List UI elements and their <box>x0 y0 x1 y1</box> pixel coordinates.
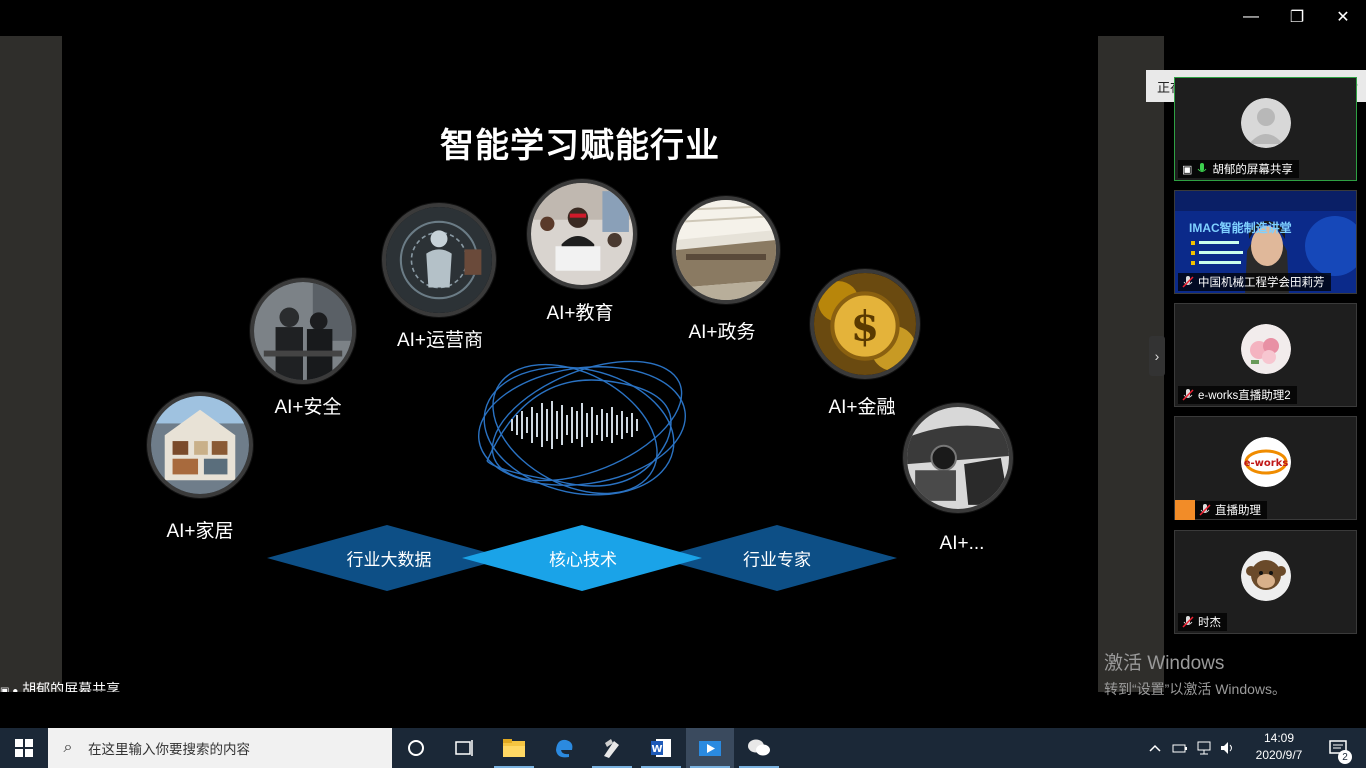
battery-tray-button[interactable] <box>1170 728 1190 768</box>
taskbar-search-box[interactable]: ⌕ 在这里输入你要搜索的内容 <box>48 728 392 768</box>
pen-app-button[interactable] <box>588 728 636 768</box>
task-view-icon <box>455 740 473 756</box>
start-button[interactable] <box>0 728 48 768</box>
battery-icon <box>1172 744 1187 753</box>
panel-toggle-chevron-icon[interactable]: › <box>1149 336 1165 376</box>
svg-text:e-works: e-works <box>1244 458 1289 469</box>
shared-slide: 智能学习赋能行业 $ AI+家居 AI+安全 AI+运营商 AI+教育 AI+政… <box>62 36 1098 692</box>
label-operator: AI+运营商 <box>396 330 484 351</box>
restore-button[interactable]: ❐ <box>1274 0 1320 34</box>
cortana-icon <box>408 740 424 756</box>
participant-name: 中国机械工程学会田莉芳 <box>1198 277 1325 289</box>
minimize-button[interactable]: — <box>1228 0 1274 34</box>
participant-tile[interactable]: e-works直播助理2 <box>1174 303 1357 407</box>
screen-share-label-text: 胡郁的屏幕共享 <box>22 681 121 692</box>
mic-muted-icon <box>1182 276 1194 288</box>
pillar-core-technology: 核心技术 <box>549 550 617 570</box>
car-image <box>903 403 1013 513</box>
svg-text:W: W <box>651 744 662 755</box>
watermark-line1: 激活 Windows <box>1104 653 1225 674</box>
taskbar-clock[interactable]: 14:09 2020/9/7 <box>1240 730 1318 764</box>
window-title-bar: — ❐ ✕ <box>0 0 1366 36</box>
clock-time: 14:09 <box>1263 731 1295 745</box>
show-hidden-icons-button[interactable] <box>1146 728 1164 768</box>
participant-name-bar: ▣ 胡郁的屏幕共享 <box>1178 160 1299 178</box>
mic-muted-icon <box>1182 389 1194 401</box>
label-government: AI+政务 <box>688 322 756 343</box>
slide-title: 智能学习赋能行业 <box>440 127 720 165</box>
action-center-button[interactable]: 2 <box>1322 728 1354 768</box>
flower-avatar <box>1241 324 1291 374</box>
eworks-logo-avatar: e-works <box>1241 437 1291 487</box>
label-education: AI+教育 <box>546 303 614 324</box>
user-badge-icon <box>1175 500 1195 520</box>
pen-tool-icon <box>604 739 619 758</box>
wechat-button[interactable] <box>735 728 783 768</box>
mic-muted-icon <box>1199 504 1211 516</box>
pillar-industry-experts: 行业专家 <box>743 550 811 570</box>
search-placeholder: 在这里输入你要搜索的内容 <box>88 742 250 757</box>
participant-name-bar: e-works直播助理2 <box>1178 386 1297 404</box>
video-meeting-icon <box>699 741 721 756</box>
edge-browser-button[interactable] <box>540 728 588 768</box>
left-margin <box>0 36 62 692</box>
screen: — ❐ ✕ 智能学习赋能行业 $ AI+家居 AI+安全 AI+运营商 AI+教… <box>0 0 1366 768</box>
participant-name: 时杰 <box>1198 617 1221 629</box>
participant-tile[interactable]: e-works 直播助理 <box>1174 416 1357 520</box>
label-more: AI+... <box>939 533 985 554</box>
taskbar: ⌕ 在这里输入你要搜索的内容 W 14:09 2020/9/7 2 <box>0 728 1366 768</box>
participant-name: 直播助理 <box>1215 505 1261 517</box>
close-button[interactable]: ✕ <box>1320 0 1366 34</box>
svg-text:$: $ <box>851 302 879 350</box>
participant-tile[interactable]: IMAC智能制造讲堂 中国机械工程学会田莉芳 <box>1174 190 1357 294</box>
finance-image: $ <box>810 269 920 379</box>
screen-share-label: ▣ ● 胡郁的屏幕共享 <box>0 680 160 692</box>
windows-logo-icon <box>15 739 33 757</box>
default-avatar <box>1241 98 1291 148</box>
file-explorer-button[interactable] <box>490 728 538 768</box>
participant-tile[interactable]: 时杰 <box>1174 530 1357 634</box>
participant-name-bar: 中国机械工程学会田莉芳 <box>1178 273 1331 291</box>
monkey-avatar <box>1241 551 1291 601</box>
screen-share-icon: ▣ <box>1182 163 1193 176</box>
pillar-industry-big-data: 行业大数据 <box>346 550 432 570</box>
meeting-app-button[interactable] <box>686 728 734 768</box>
wechat-icon <box>748 739 770 756</box>
participant-name: e-works直播助理2 <box>1198 390 1291 402</box>
ai-brain-waveform <box>477 360 687 496</box>
chevron-up-icon <box>1149 744 1161 752</box>
volume-icon <box>1221 742 1232 754</box>
watermark-line2: 转到“设置”以激活 Windows。 <box>1104 681 1287 697</box>
operator-image <box>382 203 496 317</box>
video-title: IMAC智能制造讲堂 <box>1189 221 1292 235</box>
smart-home-image <box>147 392 253 498</box>
activate-windows-watermark: 激活 Windows 转到“设置”以激活 Windows。 <box>1104 648 1286 699</box>
edge-icon <box>556 739 573 758</box>
participant-name-bar: 时杰 <box>1178 613 1227 631</box>
notification-count-badge: 2 <box>1338 750 1352 764</box>
clock-date: 2020/9/7 <box>1255 748 1303 762</box>
label-smart-home: AI+家居 <box>166 521 234 542</box>
security-image <box>250 278 356 384</box>
cortana-button[interactable] <box>392 728 440 768</box>
volume-tray-button[interactable] <box>1218 728 1238 768</box>
folder-icon <box>503 739 525 757</box>
participant-name: 胡郁的屏幕共享 <box>1212 164 1293 176</box>
network-tray-button[interactable] <box>1194 728 1214 768</box>
government-image <box>672 196 780 304</box>
search-icon: ⌕ <box>63 739 73 756</box>
mic-muted-icon <box>1182 616 1194 628</box>
task-view-button[interactable] <box>440 728 488 768</box>
word-icon: W <box>651 739 671 757</box>
label-security: AI+安全 <box>274 397 342 418</box>
mic-active-icon <box>1198 163 1207 172</box>
participant-name-bar: 直播助理 <box>1175 500 1267 520</box>
word-button[interactable]: W <box>637 728 685 768</box>
education-image <box>527 179 637 289</box>
network-icon <box>1197 741 1211 755</box>
label-finance: AI+金融 <box>828 397 896 418</box>
participant-tile[interactable]: ▣ 胡郁的屏幕共享 <box>1174 77 1357 181</box>
